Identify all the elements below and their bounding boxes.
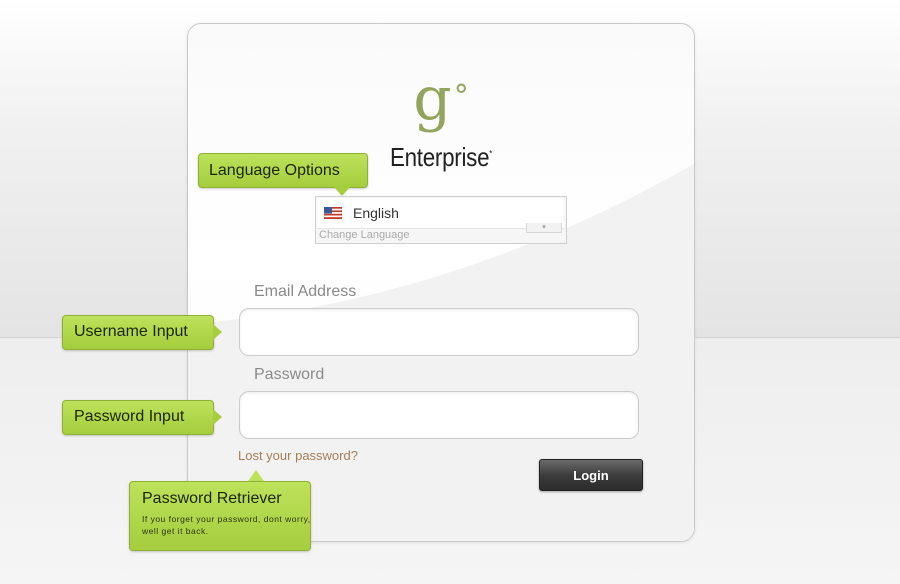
callout-password-input: Password Input	[62, 400, 222, 435]
language-selector: English ▾ Change Language	[315, 196, 567, 244]
password-field[interactable]	[239, 391, 639, 439]
login-button[interactable]: Login	[539, 459, 643, 491]
logo-mark: g°	[413, 64, 469, 134]
callout-tail	[213, 324, 222, 340]
password-label: Password	[254, 366, 325, 383]
callout-retriever-title: Password Retriever	[142, 490, 282, 507]
callout-language-label: Language Options	[209, 162, 340, 179]
us-flag-icon	[324, 207, 342, 219]
callout-tail	[213, 409, 222, 425]
email-field[interactable]	[239, 308, 639, 356]
callout-username-label: Username Input	[74, 323, 188, 340]
email-label: Email Address	[254, 283, 357, 300]
callout-language-options: Language Options	[198, 153, 368, 196]
login-card: g° Enterprise* English ▾ Change Language…	[187, 23, 695, 542]
dropdown-arrow-icon[interactable]: ▾	[526, 223, 562, 233]
language-hint: Change Language	[319, 229, 410, 241]
callout-tail	[334, 187, 350, 196]
callout-password-label: Password Input	[74, 408, 185, 425]
callout-tail	[248, 470, 264, 481]
language-selected-value: English	[353, 205, 399, 221]
callout-password-retriever: Password Retriever If you forget your pa…	[129, 470, 311, 551]
callout-username-input: Username Input	[62, 315, 222, 350]
callout-retriever-description: If you forget your password, dont worry,…	[142, 514, 311, 536]
lost-password-link[interactable]: Lost your password?	[238, 448, 358, 463]
